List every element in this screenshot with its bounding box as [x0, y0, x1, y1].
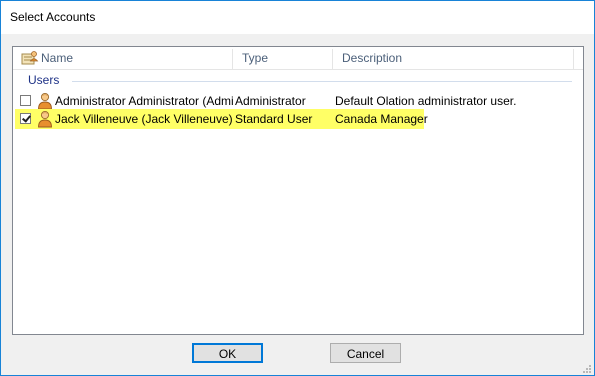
column-header-name[interactable]: Name	[41, 47, 73, 69]
column-separator[interactable]	[232, 49, 233, 69]
cell-description: Default Olation administrator user.	[335, 94, 517, 108]
resize-grip-icon[interactable]	[582, 363, 592, 373]
group-header-users[interactable]: Users	[18, 73, 578, 87]
cell-description: Canada Manager	[335, 112, 428, 126]
column-separator[interactable]	[332, 49, 333, 69]
list-item[interactable]: Administrator Administrator (Admini... A…	[15, 91, 535, 111]
user-icon	[37, 92, 53, 110]
list-item-selected[interactable]: Jack Villeneuve (Jack Villeneuve) Standa…	[15, 109, 535, 129]
cell-name: Jack Villeneuve (Jack Villeneuve)	[55, 112, 233, 126]
cancel-button[interactable]: Cancel	[330, 343, 401, 363]
user-list-icon	[21, 50, 39, 66]
accounts-list[interactable]: Name Type Description Users Administrato…	[12, 46, 584, 335]
column-header-description[interactable]: Description	[342, 47, 402, 69]
cell-name: Administrator Administrator (Admini...	[55, 94, 233, 108]
ok-button[interactable]: OK	[192, 343, 263, 363]
cell-type: Administrator	[235, 94, 306, 108]
group-divider	[72, 81, 572, 82]
column-header-type[interactable]: Type	[242, 47, 268, 69]
column-separator[interactable]	[573, 49, 574, 69]
row-checkbox[interactable]	[20, 95, 31, 106]
window-title: Select Accounts	[10, 10, 96, 24]
title-bar: Select Accounts	[1, 1, 594, 34]
list-header: Name Type Description	[13, 47, 583, 70]
cell-type: Standard User	[235, 112, 313, 126]
row-checkbox[interactable]	[20, 113, 31, 124]
select-accounts-dialog: Select Accounts Name Type Description Us…	[0, 0, 595, 376]
group-label: Users	[28, 73, 60, 87]
user-icon	[37, 110, 53, 128]
